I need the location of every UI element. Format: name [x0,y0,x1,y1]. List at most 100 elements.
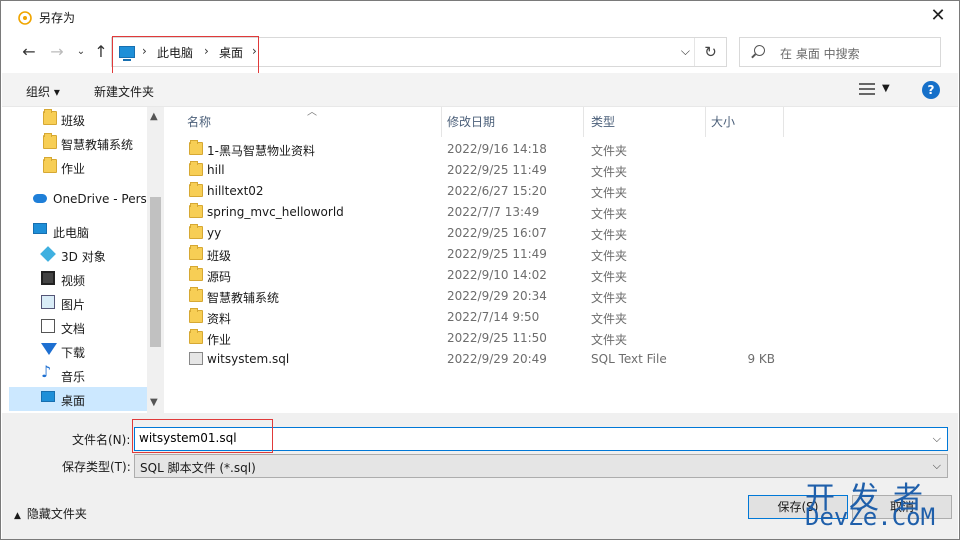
file-date: 2022/9/25 11:49 [447,247,547,261]
breadcrumb-separator-icon[interactable]: › [252,44,257,58]
back-arrow-icon[interactable]: ← [19,41,39,63]
filename-dropdown-icon[interactable]: ⌵ [933,432,941,446]
forward-arrow-icon[interactable]: → [47,41,67,63]
nav-item[interactable]: OneDrive - Pers [9,187,149,211]
file-size: 9 KB [747,352,775,366]
filetype-dropdown-icon[interactable]: ⌵ [933,459,941,473]
breadcrumb-this-pc[interactable]: 此电脑 [157,44,193,61]
file-type: 文件夹 [591,144,628,158]
file-name: hilltext02 [207,184,264,198]
nav-item[interactable]: 3D 对象 [9,243,149,267]
nav-item[interactable]: ♪ 音乐 [9,363,149,387]
file-type: 文件夹 [591,207,628,221]
file-row[interactable]: witsystem.sql 2022/9/29 20:49 SQL Text Fil… [183,349,943,370]
filetype-select[interactable]: SQL 脚本文件 (*.sql) ⌵ [134,454,948,478]
file-type: 文件夹 [591,165,628,179]
column-header-size[interactable]: 大小 [711,113,735,139]
nav-item[interactable]: 此电脑 [9,219,149,243]
view-options-icon[interactable] [859,83,875,95]
folder-icon [189,140,203,155]
nav-item-label: 作业 [61,162,86,176]
save-as-dialog: 另存为 ✕ ← → ⌄ ↑ › 此电脑 › 桌面 › ⌵ ↻ 在 桌面 中搜索 … [0,0,960,540]
address-bar[interactable]: › 此电脑 › 桌面 › ⌵ ↻ [111,37,727,67]
help-icon[interactable]: ? [922,81,940,99]
save-button[interactable]: 保存(S) [748,495,848,519]
nav-item[interactable]: 文档 [9,315,149,339]
file-row[interactable]: spring_mvc_helloworld 2022/7/7 13:49 文件夹 [183,202,943,223]
nav-item[interactable]: 视频 [9,267,149,291]
organize-button[interactable]: 组织 ▾ [26,83,60,100]
nav-item-label: 图片 [61,298,86,312]
file-name: 1-黑马智慧物业资料 [207,144,315,158]
file-name: 班级 [207,249,232,263]
file-row[interactable]: 源码 2022/9/10 14:02 文件夹 [183,265,943,286]
navigation-pane: 班级智慧教辅系统 作业 OneDrive - Pers 此电脑 3D 对象视频图片文档下… [9,107,164,413]
file-row[interactable]: 1-黑马智慧物业资料 2022/9/16 14:18 文件夹 [183,139,943,160]
file-date: 2022/9/25 16:07 [447,226,547,240]
nav-item[interactable]: 作业 [9,155,149,179]
nav-item-label: 视频 [61,274,86,288]
file-date: 2022/9/25 11:49 [447,163,547,177]
file-name: 作业 [207,333,232,347]
file-type: 文件夹 [591,228,628,242]
file-type: 文件夹 [591,186,628,200]
view-dropdown-icon[interactable]: ▼ [882,83,890,94]
breadcrumb-separator-icon[interactable]: › [204,44,209,58]
column-header-type[interactable]: 类型 [591,113,615,139]
file-row[interactable]: 智慧教辅系统 2022/9/29 20:34 文件夹 [183,286,943,307]
navigation-scrollbar[interactable]: ▲ ▼ [147,107,164,413]
folder-icon [43,133,57,149]
folder-icon [189,203,203,218]
filetype-label: 保存类型(T): [62,460,131,474]
search-icon [754,45,765,56]
cancel-button[interactable]: 取消 [852,495,952,519]
breadcrumb-separator-icon[interactable]: › [142,44,147,58]
computer-icon [33,223,47,234]
hide-folders-toggle[interactable]: ▲ 隐藏文件夹 [14,505,87,522]
pictures-icon [41,295,55,309]
breadcrumb-desktop[interactable]: 桌面 [219,44,243,61]
folder-icon [189,245,203,260]
scroll-thumb[interactable] [150,197,161,347]
file-type: 文件夹 [591,270,628,284]
nav-item[interactable]: 班级 [9,107,149,131]
file-date: 2022/9/16 14:18 [447,142,547,156]
file-name: spring_mvc_helloworld [207,205,344,219]
search-input[interactable]: 在 桌面 中搜索 [739,37,941,67]
nav-item-label: 文档 [61,322,86,336]
file-row[interactable]: 作业 2022/9/25 11:50 文件夹 [183,328,943,349]
column-header-date[interactable]: 修改日期 [447,113,495,139]
file-date: 2022/9/10 14:02 [447,268,547,282]
file-name: hill [207,163,225,177]
file-type: 文件夹 [591,249,628,263]
file-row[interactable]: 资料 2022/7/14 9:50 文件夹 [183,307,943,328]
save-form: 文件名(N): ⌵ 保存类型(T): SQL 脚本文件 (*.sql) ⌵ ▲ 隐… [2,413,958,539]
nav-item-label: 3D 对象 [61,250,106,264]
scroll-up-icon[interactable]: ▲ [150,111,158,122]
filename-field[interactable]: ⌵ [134,427,948,451]
address-dropdown-icon[interactable]: ⌵ [681,44,690,59]
file-name: witsystem.sql [207,352,290,366]
recent-locations-chevron-icon[interactable]: ⌄ [71,41,91,63]
nav-item-label: 班级 [61,114,86,128]
downloads-icon [41,343,57,355]
nav-item-label: 智慧教辅系统 [61,138,134,152]
nav-item[interactable]: 桌面 [9,387,149,411]
file-name: 资料 [207,312,232,326]
refresh-icon[interactable]: ↻ [694,38,726,66]
nav-item[interactable]: 智慧教辅系统 [9,131,149,155]
collapse-triangle-icon: ▲ [14,511,21,521]
file-row[interactable]: hill 2022/9/25 11:49 文件夹 [183,160,943,181]
music-icon: ♪ [41,362,52,381]
column-header-name[interactable]: 名称 [187,113,211,139]
new-folder-button[interactable]: 新建文件夹 [94,83,154,100]
scroll-down-icon[interactable]: ▼ [150,397,158,408]
file-row[interactable]: 班级 2022/9/25 11:49 文件夹 [183,244,943,265]
file-row[interactable]: hilltext02 2022/6/27 15:20 文件夹 [183,181,943,202]
close-icon[interactable]: ✕ [923,3,953,29]
filename-input[interactable] [139,431,919,445]
up-arrow-icon[interactable]: ↑ [91,41,111,63]
nav-item[interactable]: 图片 [9,291,149,315]
file-row[interactable]: yy 2022/9/25 16:07 文件夹 [183,223,943,244]
nav-item[interactable]: 下载 [9,339,149,363]
